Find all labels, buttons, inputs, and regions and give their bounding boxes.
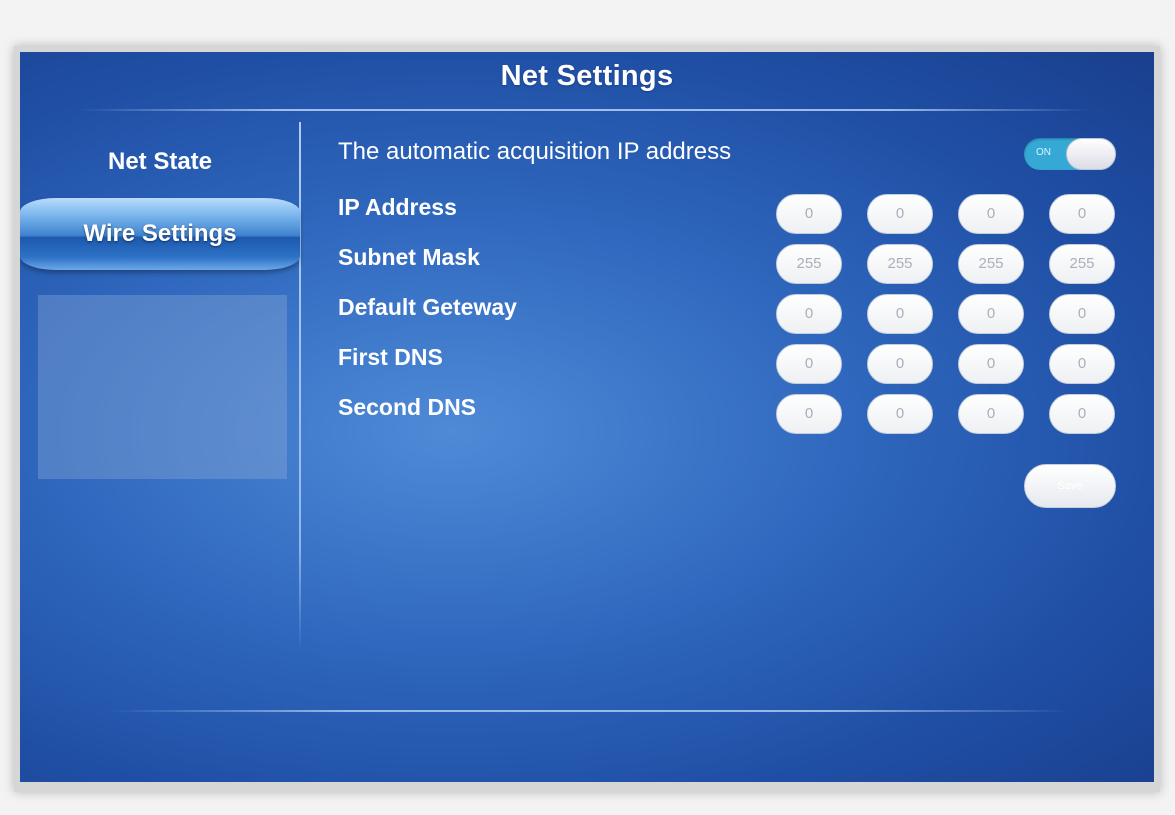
subnet-mask-label: Subnet Mask [338,244,480,270]
ip-address-octet-1[interactable]: 0 [776,194,842,234]
net-settings-screen: Net Settings Net State Wire Settings The… [20,52,1154,782]
auto-ip-toggle[interactable]: ON [1024,138,1116,170]
first-dns-octet-3[interactable]: 0 [958,344,1024,384]
second-dns-octet-3[interactable]: 0 [958,394,1024,434]
sidebar-item-wire-settings[interactable]: Wire Settings [20,198,300,270]
toggle-on-text: ON [1036,147,1051,158]
second-dns-octet-1[interactable]: 0 [776,394,842,434]
ip-address-octet-4[interactable]: 0 [1049,194,1115,234]
save-button[interactable]: Save [1024,464,1116,508]
first-dns-octet-2[interactable]: 0 [867,344,933,384]
first-dns-octet-1[interactable]: 0 [776,344,842,384]
second-dns-octet-2[interactable]: 0 [867,394,933,434]
first-dns-label: First DNS [338,344,443,370]
ip-address-label: IP Address [338,194,457,220]
page-title: Net Settings [500,60,674,92]
subnet-mask-octet-3[interactable]: 255 [958,244,1024,284]
second-dns-octet-4[interactable]: 0 [1049,394,1115,434]
default-gateway-octet-2[interactable]: 0 [867,294,933,334]
ip-address-octet-3[interactable]: 0 [958,194,1024,234]
sidebar-divider [299,122,301,652]
default-gateway-octet-4[interactable]: 0 [1049,294,1115,334]
default-gateway-octet-3[interactable]: 0 [958,294,1024,334]
sidebar-empty-panel [38,295,287,479]
default-gateway-octet-1[interactable]: 0 [776,294,842,334]
auto-ip-label: The automatic acquisition IP address [338,138,732,165]
ip-address-octet-2[interactable]: 0 [867,194,933,234]
title-divider [80,109,1090,111]
sidebar-item-net-state[interactable]: Net State [20,148,300,176]
default-gateway-label: Default Geteway [338,294,517,320]
footer-divider [110,710,1070,712]
toggle-knob[interactable] [1066,138,1116,170]
subnet-mask-octet-1[interactable]: 255 [776,244,842,284]
subnet-mask-octet-2[interactable]: 255 [867,244,933,284]
second-dns-label: Second DNS [338,394,477,420]
subnet-mask-octet-4[interactable]: 255 [1049,244,1115,284]
first-dns-octet-4[interactable]: 0 [1049,344,1115,384]
